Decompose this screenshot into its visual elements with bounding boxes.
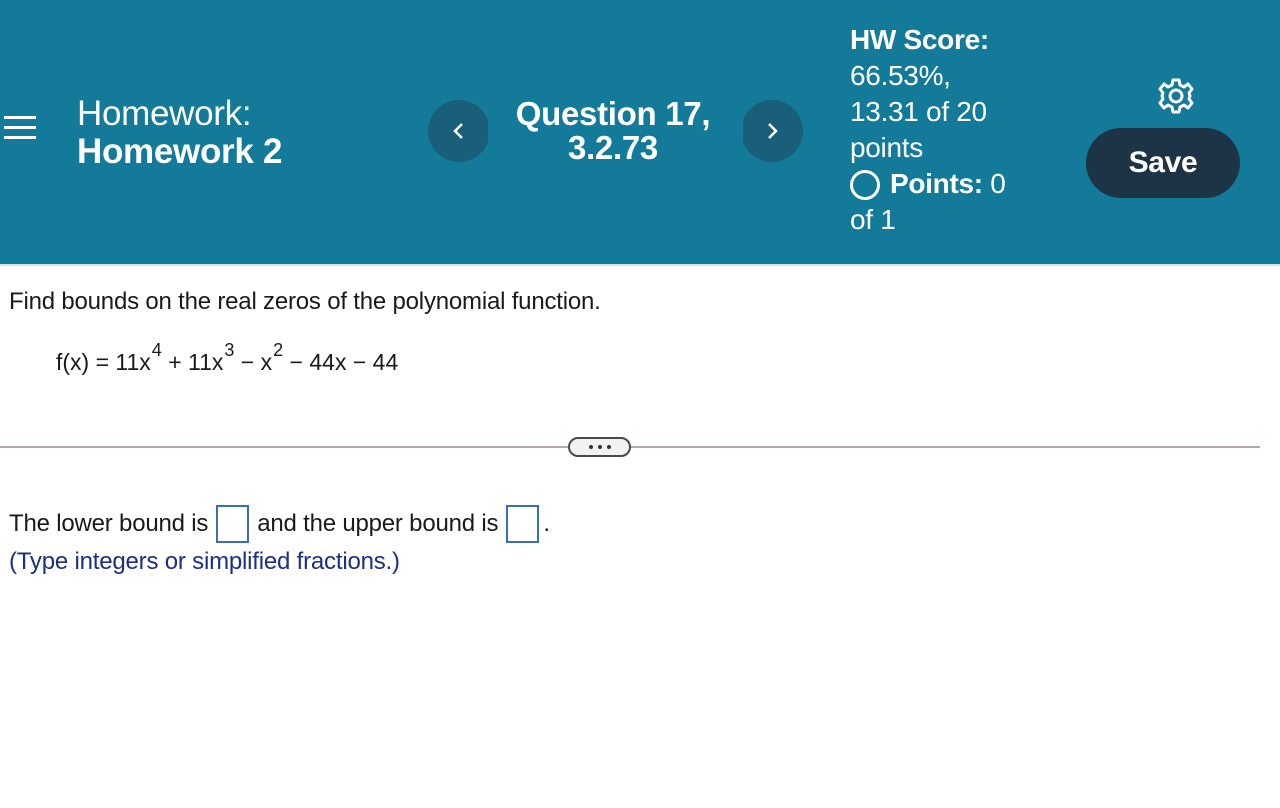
points-label: Points: [890, 168, 983, 199]
dot-icon [597, 445, 602, 449]
question-prompt: Find bounds on the real zeros of the pol… [9, 288, 601, 315]
polynomial-equation: f(x) = 11x4 + 11x3 − x2 − 44x − 44 [56, 340, 398, 376]
hamburger-icon[interactable] [4, 112, 36, 144]
hw-score-percent: 66.53%, [850, 60, 951, 91]
eq-exp-2: 2 [273, 340, 284, 360]
assignment-name: Homework 2 [77, 132, 283, 171]
answer-hint: (Type integers or simplified fractions.) [9, 548, 400, 575]
next-question-button[interactable] [743, 100, 803, 162]
eq-term-3: − x [234, 349, 273, 375]
dot-icon [588, 445, 593, 449]
previous-question-button[interactable] [428, 100, 488, 162]
question-title: Question 17, 3.2.73 [498, 97, 728, 165]
eq-exp-3: 3 [224, 340, 235, 360]
answer-text-end: . [543, 510, 550, 537]
question-number: 3.2.73 [568, 129, 658, 166]
eq-exp-4: 4 [151, 340, 162, 360]
circle-outline-icon [850, 170, 880, 200]
assignment-label: Homework: [77, 94, 252, 133]
hw-score-label: HW Score: [850, 24, 989, 55]
header-bar: Homework: Homework 2 Question 17, 3.2.73… [0, 0, 1280, 266]
save-button[interactable]: Save [1086, 128, 1240, 198]
points-value: 0 [990, 168, 1006, 199]
chevron-left-icon [453, 123, 463, 139]
lower-bound-input[interactable] [216, 505, 250, 543]
question-title-label: Question 17, [515, 95, 711, 132]
chevron-right-icon [768, 123, 778, 139]
more-options-button[interactable] [568, 437, 631, 457]
assignment-title: Homework: Homework 2 [77, 95, 282, 171]
hw-score-points-unit: points [850, 132, 923, 163]
dot-icon [606, 445, 611, 449]
answer-row: The lower bound is and the upper bound i… [9, 505, 550, 543]
eq-term-1: f(x) = 11x [56, 349, 151, 375]
question-points: Points: 0 [850, 166, 1006, 202]
gear-icon[interactable] [1157, 77, 1195, 115]
upper-bound-input[interactable] [506, 505, 540, 543]
points-of: of 1 [850, 204, 896, 235]
hw-score-panel: HW Score: 66.53%, 13.31 of 20 points Poi… [850, 22, 1006, 238]
hw-score-points: 13.31 of 20 [850, 96, 987, 127]
answer-text-2: and the upper bound is [257, 510, 499, 537]
eq-term-2: + 11x [161, 349, 224, 375]
answer-text-1: The lower bound is [9, 510, 209, 537]
eq-term-4: − 44x − 44 [283, 349, 399, 375]
